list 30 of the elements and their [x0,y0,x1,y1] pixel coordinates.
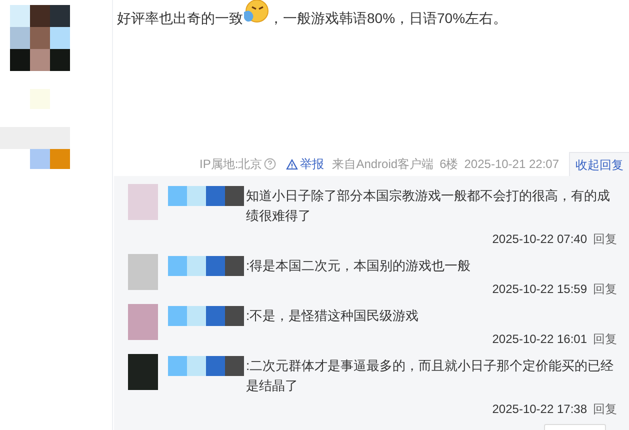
ip-location: IP属地:北京 [200,156,262,173]
help-icon [264,158,276,170]
report-link[interactable]: 举报 [286,155,324,173]
reply-text: :二次元群体才是事逼最多的，而且就小日子那个定价能买的已经是结晶了 [246,357,615,395]
reply-link[interactable]: 回复 [593,230,617,248]
avatar-placeholder [128,254,158,290]
collapse-replies-tab[interactable]: 收起回复 [569,152,629,176]
pixelated-medal-drawing [30,149,70,169]
sneezing-face-emoji-icon [243,0,269,25]
post-time: 2025-10-21 22:07 [464,156,559,173]
warning-icon [286,158,298,170]
reply-time: 2025-10-22 17:38 [492,401,587,418]
reply-time: 2025-10-22 15:59 [492,281,587,298]
reply-time: 2025-10-22 16:01 [492,331,587,348]
reply-link[interactable]: 回复 [593,330,617,348]
reply-time: 2025-10-22 07:40 [492,231,587,248]
post-text: 好评率也出奇的一致 [117,8,243,28]
avatar-placeholder [128,304,158,340]
avatar-placeholder [128,184,158,220]
pixelated-level-drawing [0,127,70,149]
post-text: ，一般游戏韩语80%，日语70%左右。 [269,8,508,28]
reply-text: 知道小日子除了部分本国宗教游戏一般都不会打的很高，有的成绩很难得了 [246,187,611,225]
reply-link[interactable]: 回复 [593,280,617,298]
reply-text: :不是，是怪猎这种国民级游戏 [246,307,419,325]
avatar-placeholder [128,354,158,390]
reply-link[interactable]: 回复 [593,400,617,418]
floor-number: 6楼 [440,156,458,173]
pixelated-avatar-drawing [10,5,70,71]
client-info: 来自Android客户端 [332,156,434,173]
reply-text: :得是本国二次元，本国别的游戏也一般 [246,257,471,275]
